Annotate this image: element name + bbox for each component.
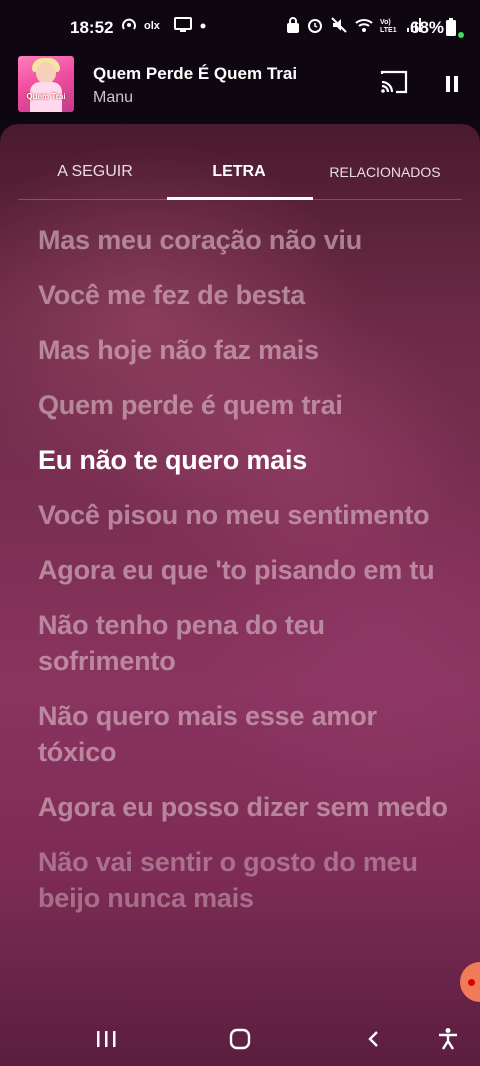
clock: 18:52 [70,18,114,37]
battery-icon [446,18,456,36]
olx-icon: olx [144,20,161,32]
alarm-icon [308,19,322,33]
lyric-line-current[interactable]: Eu não te quero mais [38,442,448,478]
lyric-line[interactable]: Agora eu posso dizer sem medo [38,789,448,825]
cast-button[interactable] [380,70,412,98]
lyric-line[interactable]: Quem perde é quem trai [38,387,448,423]
tab-up-next[interactable]: A SEGUIR [20,144,170,200]
tab-lyrics[interactable]: LETRA [166,144,312,200]
dot-icon [200,23,206,29]
lyric-line[interactable]: Não vai sentir o gosto do meu beijo nunc… [38,844,448,916]
wifi-icon [355,19,373,32]
svg-text:LTE1: LTE1 [380,27,397,34]
svg-text:olx: olx [144,20,161,32]
lyrics-list[interactable]: Mas meu coração não viu Você me fez de b… [38,222,448,935]
notification-icons: olx [120,16,208,34]
bubble-dot [468,979,475,986]
lyric-line[interactable]: Mas meu coração não viu [38,222,448,258]
volte-icon: Vo)LTE1 [380,19,397,34]
system-icons: Vo) LTE1 [286,16,422,34]
battery-level: 68% [410,18,445,37]
album-art[interactable]: Quem Trai [18,56,74,112]
hotspot-icon [122,18,136,30]
album-art-face [36,62,56,84]
back-button[interactable] [354,1024,394,1054]
privacy-indicator [458,32,464,38]
mini-player[interactable]: Quem Trai Quem Perde É Quem Trai Manu [0,52,480,124]
status-bar: 18:52 olx Vo) LTE1 68% [0,0,480,52]
recents-button[interactable] [86,1024,126,1054]
lyric-line[interactable]: Mas hoje não faz mais [38,332,448,368]
svg-text:Vo): Vo) [380,19,391,26]
lyrics-panel: A SEGUIR LETRA RELACIONADOS Mas meu cora… [0,124,480,1066]
lyric-line[interactable]: Não quero mais esse amor tóxico [38,698,448,770]
floating-bubble[interactable] [460,962,480,1002]
lyric-line[interactable]: Você me fez de besta [38,277,448,313]
pause-bar-left [446,76,450,92]
accessibility-button[interactable] [428,1024,468,1054]
tab-bar: A SEGUIR LETRA RELACIONADOS [0,144,480,202]
pause-button[interactable] [440,72,464,96]
lyric-line[interactable]: Não tenho pena do teu sofrimento [38,607,448,679]
accessibility-icon [439,1028,457,1050]
navigation-bar [0,1012,480,1066]
song-title: Quem Perde É Quem Trai [93,64,298,83]
recents-icon [97,1031,116,1047]
album-art-logo: Quem Trai [26,92,66,101]
song-artist: Manu [93,89,134,106]
back-icon [368,1031,378,1047]
tab-active-indicator [167,197,313,200]
home-button[interactable] [220,1024,260,1054]
tab-related[interactable]: RELACIONADOS [312,144,458,200]
cast-icon [380,70,408,94]
home-icon [229,1028,251,1050]
lyric-line[interactable]: Agora eu que 'to pisando em tu [38,552,448,588]
lyric-line[interactable]: Você pisou no meu sentimento [38,497,448,533]
lock-icon [287,17,299,33]
mute-icon [331,17,347,33]
screen-icon [174,17,192,32]
pause-bar-right [454,76,458,92]
